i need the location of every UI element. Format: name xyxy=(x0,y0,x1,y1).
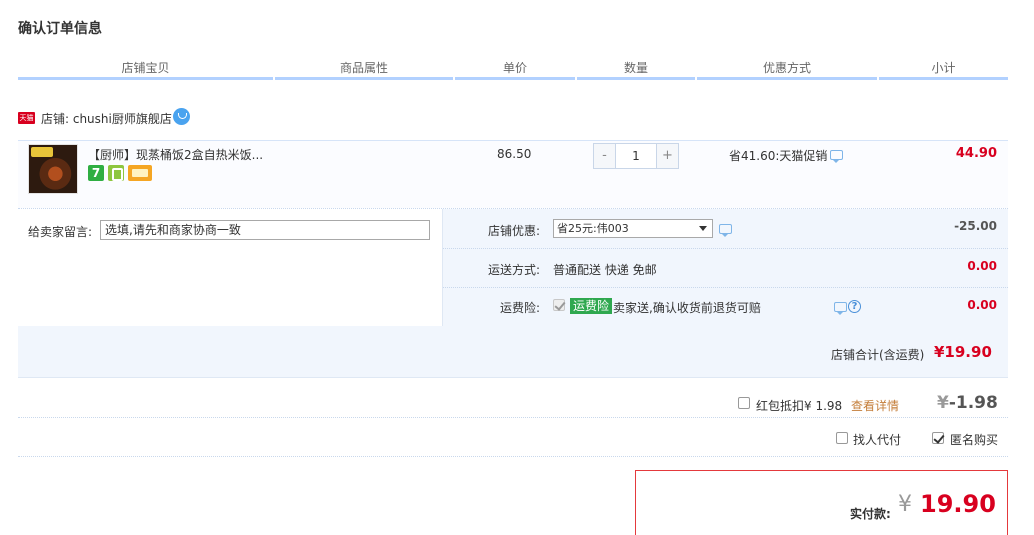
column-underline xyxy=(879,77,1008,80)
shop-coupon-label: 店铺优惠: xyxy=(487,224,540,238)
divider xyxy=(442,209,443,326)
redpack-label: 红包抵扣¥ 1.98 xyxy=(756,399,843,413)
currency-symbol: ¥ xyxy=(898,492,912,517)
shop-name-link[interactable]: 店铺: chushi厨师旗舰店 xyxy=(41,110,172,127)
freight-insurance-label: 运费险: xyxy=(499,301,540,315)
quantity-increase-button[interactable]: + xyxy=(657,144,678,168)
unit-price: 86.50 xyxy=(497,147,532,161)
chat-icon[interactable] xyxy=(830,150,843,163)
shop-coupon-amount: -25.00 xyxy=(954,219,997,233)
payment-label: 实付款: xyxy=(850,507,891,521)
column-header-attributes: 商品属性 xyxy=(339,61,388,75)
column-header-unit-price: 单价 xyxy=(502,61,527,75)
quantity-decrease-button[interactable]: - xyxy=(594,144,615,168)
proxy-pay-label[interactable]: 找人代付 xyxy=(853,431,901,448)
help-icon[interactable]: ? xyxy=(848,300,861,313)
proxy-pay-checkbox[interactable] xyxy=(836,432,848,444)
quantity-stepper[interactable]: - 1 + xyxy=(593,143,679,169)
redpack-details-link[interactable]: 查看详情 xyxy=(851,397,899,414)
wangwang-icon[interactable] xyxy=(173,108,190,125)
freight-insurance-desc: 卖家送,确认收货前退货可赔 xyxy=(613,301,761,315)
column-header-subtotal: 小计 xyxy=(931,61,956,75)
column-underline xyxy=(455,77,575,80)
divider xyxy=(18,417,1008,418)
freight-insurance-amount: 0.00 xyxy=(967,298,997,312)
shop-total-label: 店铺合计(含运费) xyxy=(831,348,925,362)
shop-total-value: ¥19.90 xyxy=(934,343,992,361)
chat-icon[interactable] xyxy=(834,302,847,315)
shop-coupon-selected: 省25元:伟003 xyxy=(557,222,629,235)
column-underline xyxy=(275,77,453,80)
shop-row: 天猫 店铺: chushi厨师旗舰店 xyxy=(18,108,172,128)
divider xyxy=(443,248,1008,249)
freight-insurance-checkbox xyxy=(553,299,565,311)
card-icon[interactable] xyxy=(128,165,152,181)
shop-coupon-select[interactable]: 省25元:伟003 xyxy=(553,219,713,238)
seven-day-return-icon[interactable]: 7 xyxy=(88,165,104,181)
page-title: 确认订单信息 xyxy=(18,21,102,37)
redpack-amount-value: -1.98 xyxy=(948,393,998,413)
product-title-link[interactable]: 【厨师】现蒸桶饭2盒自热米饭... xyxy=(88,146,263,163)
currency-symbol: ¥ xyxy=(937,393,949,413)
anonymous-purchase-label[interactable]: 匿名购买 xyxy=(950,431,998,448)
payment-total: 19.90 xyxy=(920,490,996,518)
redpack-amount: ¥-1.98 xyxy=(937,393,998,413)
column-header-quantity: 数量 xyxy=(623,61,648,75)
item-subtotal: 44.90 xyxy=(955,146,997,161)
column-underline xyxy=(577,77,695,80)
seller-message-input[interactable]: 选填,请先和商家协商一致 xyxy=(100,220,430,240)
quantity-input[interactable]: 1 xyxy=(615,144,657,168)
divider xyxy=(18,456,1008,457)
dropdown-arrow-icon xyxy=(699,226,707,231)
divider xyxy=(443,287,1008,288)
column-header-shop-item: 店铺宝贝 xyxy=(121,61,170,75)
shipping-method-label: 运送方式: xyxy=(487,263,540,277)
redpack-checkbox[interactable] xyxy=(738,397,750,409)
freight-insurance-badge: 运费险 xyxy=(570,298,613,314)
shipping-amount: 0.00 xyxy=(967,259,997,273)
column-underline xyxy=(18,77,273,80)
chat-icon[interactable] xyxy=(719,224,732,237)
seller-message-label: 给卖家留言: xyxy=(28,225,93,239)
column-underline xyxy=(697,77,877,80)
promotion-text: 省41.60:天猫促销 xyxy=(729,149,828,163)
tag-icon[interactable] xyxy=(108,165,124,181)
product-thumbnail[interactable] xyxy=(28,144,78,194)
shipping-method-value: 普通配送 快递 免邮 xyxy=(553,263,657,277)
tmall-icon: 天猫 xyxy=(18,112,35,124)
column-header-discount: 优惠方式 xyxy=(762,61,811,75)
anonymous-purchase-checkbox[interactable] xyxy=(932,432,944,444)
